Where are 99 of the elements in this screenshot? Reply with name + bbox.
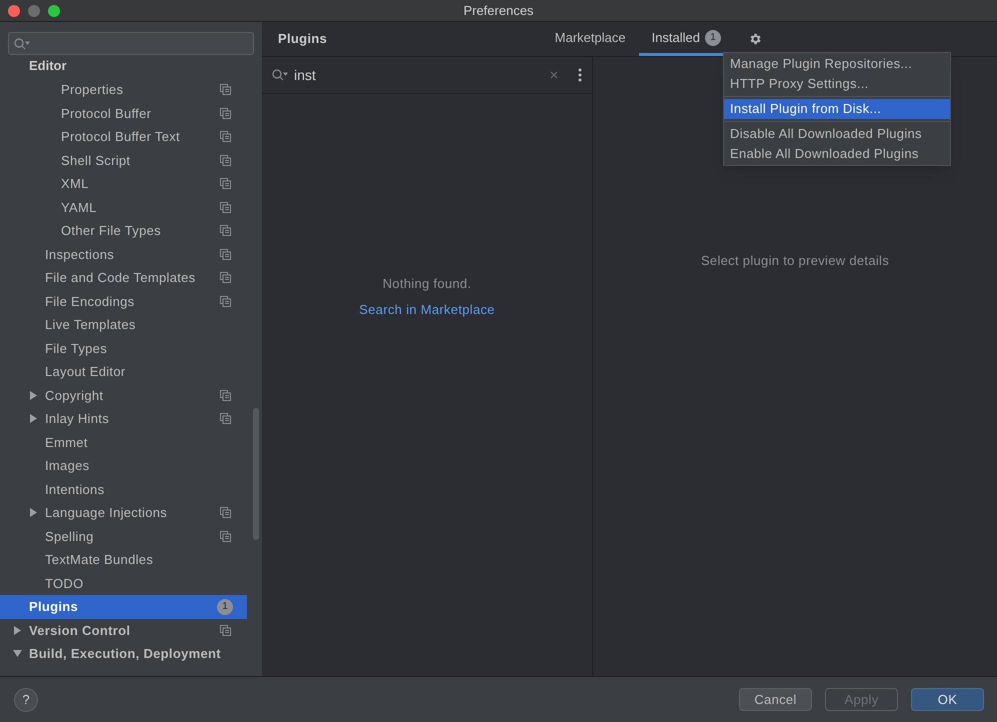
- tree-item-label: Other File Types: [61, 222, 161, 240]
- tree-item[interactable]: Images: [0, 454, 247, 478]
- more-options-icon[interactable]: [578, 68, 582, 82]
- tree-item[interactable]: Copyright: [0, 384, 247, 407]
- tree-item[interactable]: Live Templates: [0, 313, 247, 336]
- scrollbar-thumb[interactable]: [253, 408, 259, 540]
- tree-item[interactable]: Spelling: [0, 524, 247, 548]
- tree-item[interactable]: Protocol Buffer Text: [0, 125, 247, 148]
- copy-icon: [220, 225, 231, 236]
- tree-item[interactable]: Plugins 1: [0, 595, 247, 618]
- tree-item-label: Copyright: [45, 386, 104, 405]
- copy-icon: [220, 390, 231, 401]
- tree-item[interactable]: Inspections: [0, 242, 247, 266]
- tree-item-label: Images: [45, 457, 90, 475]
- tree-item-label: YAML: [61, 198, 97, 216]
- minimize-window-button[interactable]: [28, 5, 40, 17]
- tree-item[interactable]: TextMate Bundles: [0, 548, 247, 572]
- tree-item[interactable]: File Types: [0, 336, 247, 360]
- copy-icon: [220, 624, 231, 636]
- tree-item-label: Shell Script: [61, 152, 130, 170]
- tree-item-label: Protocol Buffer Text: [61, 128, 180, 146]
- tree-item-label: Plugins: [29, 598, 78, 616]
- copy-icon: [220, 296, 231, 307]
- copy-icon: [220, 154, 231, 166]
- tree-item-label: File Encodings: [45, 292, 134, 311]
- tree-item[interactable]: Emmet: [0, 430, 247, 454]
- tree-item-label: Inlay Hints: [45, 410, 109, 428]
- collapsed-arrow-icon[interactable]: [29, 390, 38, 400]
- copy-icon: [220, 507, 231, 518]
- search-field[interactable]: [8, 32, 254, 55]
- tree-item-label: Inspections: [45, 246, 114, 264]
- copy-icon: [220, 178, 231, 190]
- help-button[interactable]: ?: [14, 688, 38, 712]
- tree-item[interactable]: TODO: [0, 572, 247, 595]
- marketplace-link[interactable]: Search in Marketplace: [359, 300, 495, 319]
- tree-item-label: Live Templates: [45, 316, 136, 334]
- collapsed-arrow-icon[interactable]: [13, 626, 22, 635]
- copy-icon: [220, 272, 231, 284]
- tree-item-label: Protocol Buffer: [61, 104, 152, 122]
- collapsed-arrow-icon[interactable]: [29, 508, 38, 518]
- tree-item[interactable]: Layout Editor: [0, 360, 247, 384]
- tree-item-label: Intentions: [45, 480, 104, 498]
- zoom-window-button[interactable]: [48, 5, 60, 17]
- tab[interactable]: Marketplace: [542, 22, 639, 56]
- tree-item-label: TextMate Bundles: [45, 551, 154, 569]
- copy-icon: [220, 248, 231, 260]
- copy-icon: [220, 530, 231, 542]
- tree-item[interactable]: File and Code Templates: [0, 266, 247, 290]
- tree-item[interactable]: Protocol Buffer: [0, 102, 247, 125]
- ok-button[interactable]: OK: [911, 688, 984, 711]
- menu-item[interactable]: Disable All Downloaded Plugins: [724, 124, 950, 144]
- copy-icon: [220, 131, 231, 142]
- copy-icon: [220, 413, 231, 424]
- tree-item-label: TODO: [45, 574, 84, 592]
- tree-item-label: Version Control: [29, 622, 130, 640]
- tree-item[interactable]: Shell Script: [0, 148, 247, 172]
- tree-item[interactable]: Build, Execution, Deployment: [0, 642, 247, 666]
- count-badge: 1: [217, 598, 233, 615]
- tree-item-label: Language Injections: [45, 504, 168, 522]
- empty-message: Nothing found.: [382, 275, 472, 293]
- section-header[interactable]: Editor: [29, 57, 67, 75]
- tree-item[interactable]: Other File Types: [0, 219, 247, 242]
- clear-icon[interactable]: [550, 71, 558, 79]
- tree-item[interactable]: File Encodings: [0, 290, 247, 313]
- tree-item[interactable]: Version Control: [0, 618, 247, 642]
- empty-state-message: Select plugin to preview details: [700, 252, 890, 270]
- count-badge: 1: [705, 30, 721, 46]
- menu-item[interactable]: Manage Plugin Repositories...: [724, 54, 950, 74]
- tree-item[interactable]: YAML: [0, 196, 247, 219]
- copy-icon: [220, 202, 231, 213]
- menu-item[interactable]: HTTP Proxy Settings...: [724, 74, 950, 94]
- window-title: Preferences: [463, 2, 534, 20]
- tree-item-label: Spelling: [45, 528, 94, 546]
- page-title: Plugins: [278, 30, 328, 48]
- tree-item-label: Emmet: [45, 434, 88, 452]
- tree-item[interactable]: Intentions: [0, 478, 247, 501]
- tree-item-label: File Types: [45, 340, 108, 358]
- tree-item[interactable]: Properties: [0, 80, 247, 102]
- plugin-search-field[interactable]: inst: [262, 57, 592, 94]
- search-icon: [272, 69, 288, 81]
- tree-item[interactable]: Language Injections: [0, 501, 247, 524]
- copy-icon: [220, 108, 231, 119]
- search-input[interactable]: inst: [294, 64, 544, 86]
- tree-item[interactable]: Inlay Hints: [0, 407, 247, 430]
- dialog-button[interactable]: Cancel: [739, 688, 812, 711]
- tree-item-label: File and Code Templates: [45, 269, 196, 287]
- settings-icon[interactable]: [748, 32, 762, 46]
- close-window-button[interactable]: [8, 5, 20, 17]
- tree-item-label: XML: [61, 175, 89, 193]
- tree-item[interactable]: XML: [0, 172, 247, 196]
- tree-item-label: Layout Editor: [45, 363, 126, 381]
- collapsed-arrow-icon[interactable]: [29, 414, 38, 424]
- tree-item-label: Properties: [61, 81, 124, 99]
- tree-item-label: Build, Execution, Deployment: [29, 645, 221, 663]
- copy-icon: [220, 84, 231, 96]
- expanded-arrow-icon[interactable]: [13, 649, 22, 658]
- menu-item[interactable]: Enable All Downloaded Plugins: [724, 144, 950, 164]
- search-icon: [14, 38, 30, 50]
- menu-item[interactable]: Install Plugin from Disk...: [724, 99, 950, 119]
